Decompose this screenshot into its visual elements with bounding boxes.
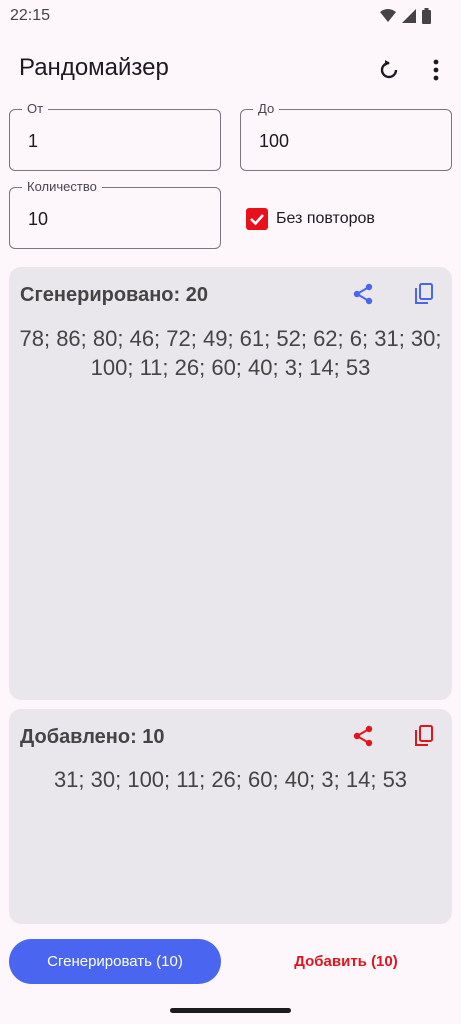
app-title: Рандомайзер <box>19 54 169 81</box>
no-repeats-option[interactable]: Без повторов <box>246 208 375 230</box>
more-vert-icon <box>433 59 439 81</box>
added-card: Добавлено: 10 31; 30; 100; 11; 26; 60; 4… <box>9 709 452 924</box>
count-input[interactable] <box>28 209 196 230</box>
add-button[interactable]: Добавить (10) <box>240 939 452 984</box>
battery-icon <box>422 8 431 24</box>
added-share-button[interactable] <box>348 721 378 751</box>
from-field-label: От <box>22 101 49 117</box>
signal-icon <box>402 9 416 23</box>
to-field[interactable]: До <box>240 101 452 171</box>
count-field-label: Количество <box>22 179 102 195</box>
screen: 22:15 Рандомайзер От 1 До 100 Количество… <box>0 0 461 1024</box>
more-options-button[interactable] <box>416 50 456 90</box>
status-time: 22:15 <box>10 7 51 24</box>
generated-title: Сгенерировано: 20 <box>20 284 208 306</box>
added-copy-button[interactable] <box>409 721 439 751</box>
home-indicator <box>170 1008 291 1013</box>
status-icons <box>380 8 431 24</box>
from-field[interactable]: От <box>9 101 221 171</box>
added-numbers: 31; 30; 100; 11; 26; 60; 40; 3; 14; 53 <box>53 767 408 792</box>
checkmark-icon <box>250 214 264 226</box>
share-icon <box>353 725 373 747</box>
to-input[interactable] <box>259 131 427 152</box>
no-repeats-checkbox[interactable] <box>246 208 268 230</box>
generated-copy-button[interactable] <box>409 279 439 309</box>
copy-icon <box>415 725 433 746</box>
copy-icon <box>415 283 433 304</box>
wifi-icon <box>380 9 396 22</box>
count-field[interactable]: Количество <box>9 179 221 249</box>
refresh-button[interactable] <box>369 50 409 90</box>
generated-numbers: 78; 86; 80; 46; 72; 49; 61; 52; 62; 6; 3… <box>19 326 442 380</box>
generated-share-button[interactable] <box>348 279 378 309</box>
from-input[interactable] <box>28 131 196 152</box>
share-icon <box>353 283 373 305</box>
generate-button[interactable]: Сгенерировать (10) <box>9 939 221 984</box>
added-title: Добавлено: 10 <box>20 726 165 748</box>
to-field-label: До <box>253 101 280 117</box>
refresh-icon <box>380 60 398 79</box>
status-bar: 22:15 <box>0 0 461 34</box>
generated-card: Сгенерировано: 20 78; 86; 80; 46; 72; 49… <box>9 267 452 700</box>
no-repeats-label: Без повторов <box>276 210 375 227</box>
